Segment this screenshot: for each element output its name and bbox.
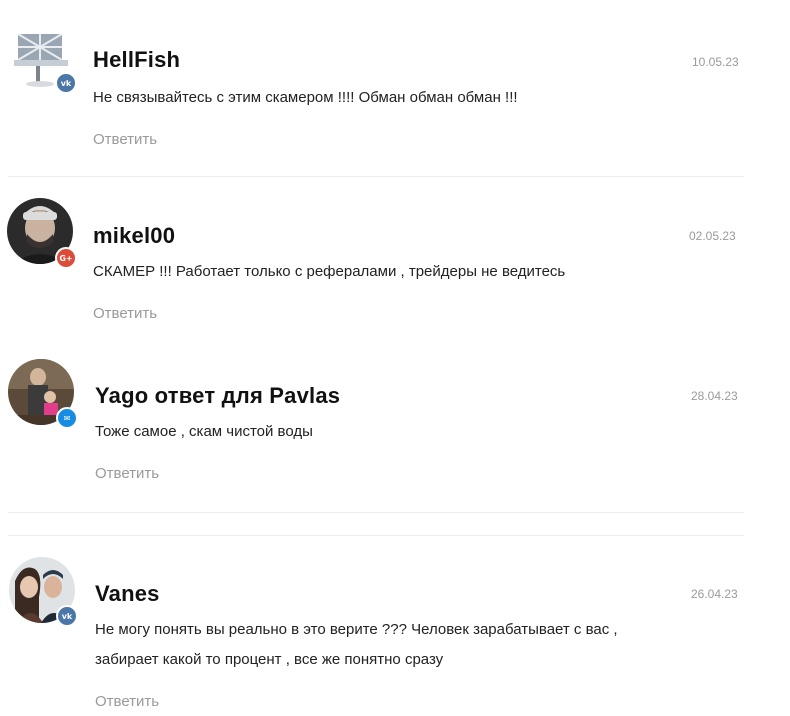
mail-icon: ✉ <box>56 407 78 429</box>
divider <box>8 512 744 513</box>
divider <box>8 535 744 536</box>
reply-button[interactable]: Ответить <box>93 131 157 148</box>
comment-text: забирает какой то процент , все же понят… <box>95 651 444 668</box>
comment-date: 10.05.23 <box>692 55 739 69</box>
comment-author: HellFish <box>93 47 181 72</box>
reply-button[interactable]: Ответить <box>93 305 157 322</box>
divider <box>8 176 744 177</box>
reply-button[interactable]: Ответить <box>95 465 159 482</box>
comment-date: 28.04.23 <box>691 389 738 403</box>
comment-date: 02.05.23 <box>689 229 736 243</box>
vk-icon: vk <box>55 72 77 94</box>
comment-author: mikel00 <box>93 223 176 248</box>
google-plus-icon: G+ <box>55 247 77 269</box>
reply-button[interactable]: Ответить <box>95 693 159 710</box>
comment-text: Не связывайтесь с этим скамером !!!! Обм… <box>93 89 518 106</box>
comment-text: Не могу понять вы реально в это верите ?… <box>95 621 618 638</box>
comment-author: Yago ответ для Pavlas <box>95 383 341 408</box>
vk-icon: vk <box>56 605 78 627</box>
comment-text: Тоже самое , скам чистой воды <box>95 423 313 440</box>
comment-author: Vanes <box>95 581 160 606</box>
comment-date: 26.04.23 <box>691 587 738 601</box>
comment-text: СКАМЕР !!! Работает только с рефералами … <box>93 263 566 280</box>
